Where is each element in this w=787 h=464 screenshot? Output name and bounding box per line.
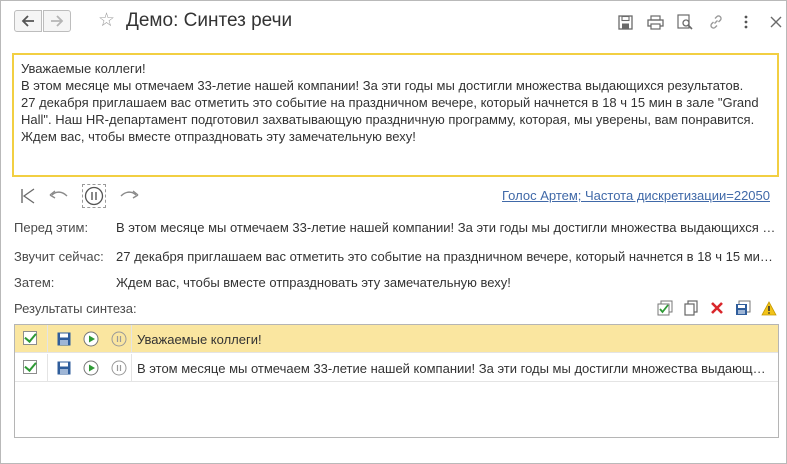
table-row[interactable]: В этом месяце мы отмечаем 33-летие нашей… [15, 354, 778, 382]
forward-button[interactable] [43, 10, 71, 32]
more-icon[interactable] [737, 13, 755, 31]
skip-to-start-icon[interactable] [16, 184, 40, 208]
window-title: Демо: Синтез речи [126, 10, 293, 31]
copy-icon[interactable] [682, 299, 700, 317]
play-icon[interactable] [82, 330, 100, 348]
arrow-right-icon [51, 15, 64, 27]
preview-icon[interactable] [676, 13, 694, 31]
row-checkbox[interactable] [23, 360, 37, 374]
table-row[interactable]: Уважаемые коллеги! [15, 325, 778, 353]
print-icon[interactable] [646, 13, 664, 31]
row-text: В этом месяце мы отмечаем 33-летие нашей… [137, 361, 772, 376]
rewind-icon[interactable] [47, 184, 71, 208]
play-icon[interactable] [82, 359, 100, 377]
before-label: Перед этим: [14, 220, 89, 235]
back-button[interactable] [14, 10, 42, 32]
row-checkbox[interactable] [23, 331, 37, 345]
close-icon[interactable] [767, 13, 785, 31]
delete-icon[interactable] [708, 299, 726, 317]
next-label: Затем: [14, 275, 55, 290]
before-value: В этом месяце мы отмечаем 33-летие нашей… [116, 220, 776, 235]
save-all-icon[interactable] [734, 299, 752, 317]
link-icon[interactable] [707, 13, 725, 31]
pause-button[interactable] [82, 184, 106, 208]
pause-icon[interactable] [110, 330, 128, 348]
save-icon[interactable] [55, 359, 73, 377]
voice-settings-link[interactable]: Голос Артем; Частота дискретизации=22050 [502, 188, 770, 203]
player-controls [16, 184, 176, 208]
now-label: Звучит сейчас: [14, 249, 104, 264]
window: ☆ Демо: Синтез речи Уважаемые коллеги! В… [0, 0, 787, 464]
now-value: 27 декабря приглашаем вас отметить это с… [116, 249, 776, 264]
next-value: Ждем вас, чтобы вместе отпраздновать эту… [116, 275, 511, 290]
check-all-icon[interactable] [656, 299, 674, 317]
save-icon[interactable] [616, 13, 634, 31]
row-text: Уважаемые коллеги! [137, 332, 262, 347]
results-table: Уважаемые коллеги! В этом месяце мы отме… [14, 324, 779, 438]
pause-icon[interactable] [110, 359, 128, 377]
results-label: Результаты синтеза: [14, 301, 137, 316]
text-input[interactable]: Уважаемые коллеги! В этом месяце мы отме… [12, 53, 779, 177]
arrow-left-icon [21, 15, 34, 27]
warning-icon[interactable] [760, 299, 778, 317]
favorite-star-icon[interactable]: ☆ [98, 10, 115, 32]
save-icon[interactable] [55, 330, 73, 348]
title-bar: ☆ Демо: Синтез речи [1, 1, 786, 45]
forward-icon[interactable] [117, 184, 141, 208]
pause-icon [84, 186, 104, 206]
